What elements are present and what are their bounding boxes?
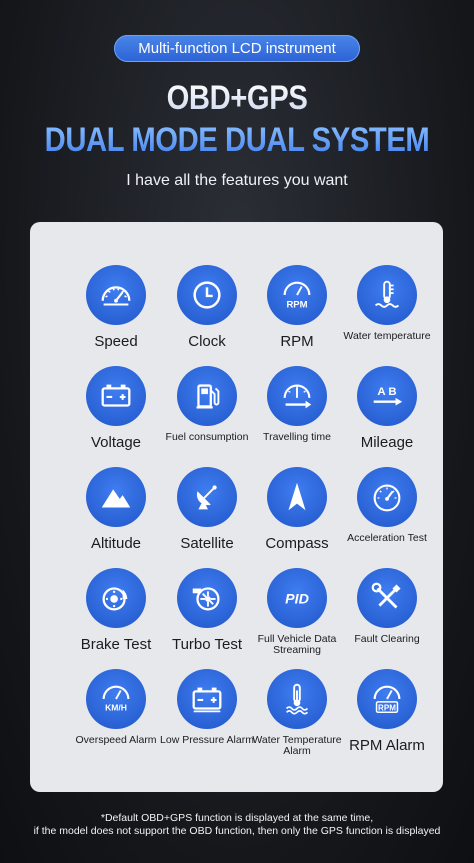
svg-text:RPM: RPM [378,703,396,712]
feature-fault-clearing: Fault Clearing [341,568,433,660]
turbo-icon [177,568,237,628]
satellite-dish-icon [177,467,237,527]
svg-text:KM/H: KM/H [105,702,127,712]
feature-satellite: Satellite [161,467,253,559]
subtitle: I have all the features you want [126,172,348,189]
feature-overspeed-alarm: KM/H Overspeed Alarm [70,669,162,761]
mileage-a-b-icon: A B [357,366,417,426]
brake-disc-icon [86,568,146,628]
feature-turbo-test: Turbo Test [161,568,253,660]
feature-speed: Speed [70,265,162,357]
footnote: *Default OBD+GPS function is displayed a… [0,812,474,838]
water-temperature-icon [357,265,417,325]
feature-rpm: RPM RPM [251,265,343,357]
feature-fuel-consumption: Fuel consumption [161,366,253,458]
mountain-icon [86,467,146,527]
features-grid: Speed Clock RPM RPM Water temperature Voltage… [30,222,443,792]
feature-water-temperature: Water temperature [341,265,433,357]
feature-compass: Compass [251,467,343,559]
feature-label: Water temperature [343,330,431,342]
feature-label: RPM Alarm [349,737,425,754]
water-temperature-alarm-icon [267,669,327,729]
travel-time-gauge-icon [267,366,327,426]
feature-mileage: A B Mileage [341,366,433,458]
svg-text:RPM: RPM [286,299,307,310]
feature-label: Fault Clearing [354,633,420,645]
acceleration-gauge-icon [357,467,417,527]
svg-text:PID: PID [285,592,309,608]
wrench-screwdriver-icon [357,568,417,628]
kmh-gauge-icon: KM/H [86,669,146,729]
rpm-gauge-icon: RPM [267,265,327,325]
feature-altitude: Altitude [70,467,162,559]
feature-travelling-time: Travelling time [251,366,343,458]
speedometer-icon [86,265,146,325]
pill-badge: Multi-function LCD instrument [114,35,360,62]
feature-water-temperature-alarm: Water Temperature Alarm [251,669,343,761]
feature-voltage: Voltage [70,366,162,458]
feature-acceleration-test: Acceleration Test [341,467,433,559]
feature-brake-test: Brake Test [70,568,162,660]
compass-needle-icon [267,467,327,527]
headline-obd-gps: OBD+GPS [33,80,441,116]
footnote-line-1: *Default OBD+GPS function is displayed a… [100,812,374,824]
low-battery-icon [177,669,237,729]
footnote-line-2: if the model does not support the OBD fu… [33,825,441,837]
fuel-pump-icon [177,366,237,426]
headline-dual-mode: DUAL MODE DUAL SYSTEM [33,121,441,159]
feature-full-vehicle-data-streaming: PID Full Vehicle Data Streaming [251,568,343,660]
feature-label: Mileage [360,434,414,451]
feature-label: Acceleration Test [347,532,427,544]
feature-low-pressure-alarm: Low Pressure Alarm [160,669,254,761]
battery-icon [86,366,146,426]
clock-icon [177,265,237,325]
feature-clock: Clock [161,265,253,357]
pid-icon: PID [267,568,327,628]
svg-text:A B: A B [377,386,396,398]
rpm-alarm-icon: RPM [357,669,417,729]
feature-rpm-alarm: RPM RPM Alarm [341,669,433,761]
